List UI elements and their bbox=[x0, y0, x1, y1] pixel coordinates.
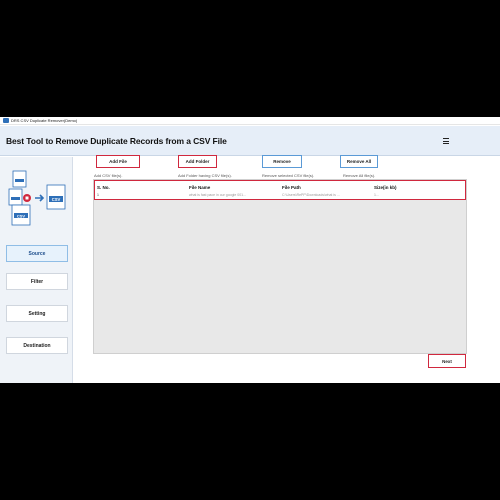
app-window: DRS CSV Duplicate Remover(Demo) Best Too… bbox=[0, 117, 500, 383]
table-cell-file-path[interactable]: C:\Users\RePP\Downloads\what is ... bbox=[282, 193, 372, 197]
file-table[interactable]: S. No. File Name File Path Size(in kb) 1… bbox=[93, 179, 467, 354]
column-header-sno[interactable]: S. No. bbox=[97, 185, 110, 190]
sidebar-item-destination[interactable]: Destination bbox=[6, 337, 68, 354]
table-cell-sno[interactable]: 1 bbox=[97, 193, 107, 197]
next-button[interactable]: Next bbox=[428, 354, 466, 368]
add-folder-button[interactable]: Add Folder bbox=[178, 155, 217, 168]
sidebar-item-source[interactable]: Source bbox=[6, 245, 68, 262]
column-header-size[interactable]: Size(in kb) bbox=[374, 185, 397, 190]
logo-csv-label-left: CSV bbox=[17, 214, 26, 219]
add-file-hint: Add CSV file(s). bbox=[94, 173, 123, 178]
sidebar: CSV CSV Source Filter Setting Destinatio… bbox=[0, 157, 73, 383]
csv-duplicate-logo-icon: CSV CSV bbox=[8, 170, 66, 226]
remove-all-hint: Remove All file(s). bbox=[343, 173, 376, 178]
remove-button[interactable]: Remove bbox=[262, 155, 302, 168]
sidebar-item-filter[interactable]: Filter bbox=[6, 273, 68, 290]
remove-all-button[interactable]: Remove All bbox=[340, 155, 378, 168]
remove-hint: Remove selected CSV file(s). bbox=[262, 173, 315, 178]
file-table-header-row: S. No. File Name File Path Size(in kb) 1… bbox=[94, 180, 466, 200]
page-title: Best Tool to Remove Duplicate Records fr… bbox=[6, 136, 227, 146]
window-title: DRS CSV Duplicate Remover(Demo) bbox=[11, 117, 78, 123]
sidebar-item-setting[interactable]: Setting bbox=[6, 305, 68, 322]
column-header-file-path[interactable]: File Path bbox=[282, 185, 301, 190]
hamburger-menu-icon[interactable] bbox=[442, 137, 450, 145]
app-header: Best Tool to Remove Duplicate Records fr… bbox=[0, 126, 500, 156]
table-cell-file-name[interactable]: what is fast pace in our google 001... bbox=[189, 193, 279, 197]
app-icon bbox=[3, 118, 9, 123]
add-folder-hint: Add Folder having CSV file(s). bbox=[178, 173, 232, 178]
add-file-button[interactable]: Add File bbox=[96, 155, 140, 168]
table-cell-size[interactable]: 1... bbox=[374, 193, 394, 197]
column-header-file-name[interactable]: File Name bbox=[189, 185, 210, 190]
logo-csv-label-right: CSV bbox=[52, 197, 61, 202]
window-titlebar: DRS CSV Duplicate Remover(Demo) bbox=[0, 117, 500, 125]
